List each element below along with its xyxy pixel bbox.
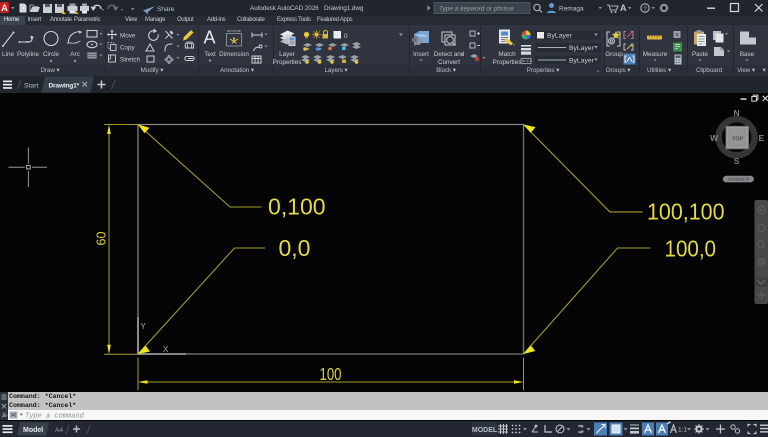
svg-text:60: 60 — [94, 232, 108, 246]
svg-text:0,0: 0,0 — [279, 235, 311, 261]
svg-text:Dimension: Dimension — [219, 51, 249, 58]
svg-text:X: X — [163, 345, 169, 354]
svg-text:0: 0 — [344, 33, 348, 40]
svg-text:Y: Y — [141, 322, 147, 331]
svg-text:Drawing1*: Drawing1* — [49, 83, 80, 90]
svg-text:Polyline: Polyline — [17, 51, 40, 58]
svg-text:A: A — [204, 28, 216, 48]
svg-text:MODEL: MODEL — [472, 427, 498, 434]
svg-text:Arc: Arc — [70, 51, 79, 58]
svg-text:100,100: 100,100 — [647, 199, 725, 225]
svg-text:Type a command: Type a command — [25, 413, 85, 421]
svg-text:1:1: 1:1 — [678, 427, 687, 434]
svg-text:100,0: 100,0 — [665, 236, 717, 262]
svg-text:Remaga: Remaga — [559, 6, 584, 13]
svg-text:Circle: Circle — [43, 51, 60, 58]
svg-text:TOP: TOP — [732, 136, 744, 142]
svg-text:W: W — [710, 133, 719, 143]
svg-text:Line: Line — [2, 51, 14, 58]
svg-text:Unsaved Vi: Unsaved Vi — [727, 177, 749, 182]
svg-text:Drawing1.dwg: Drawing1.dwg — [324, 5, 364, 12]
svg-text:ByLayer: ByLayer — [547, 33, 573, 40]
svg-text:A: A — [1, 3, 8, 13]
svg-text:A4: A4 — [55, 427, 63, 434]
svg-text:Start: Start — [24, 83, 38, 90]
svg-text:ByLayer: ByLayer — [569, 58, 595, 65]
svg-text:?: ? — [643, 6, 647, 13]
svg-text:Paste: Paste — [692, 51, 709, 58]
svg-text:Type a keyword or phrase: Type a keyword or phrase — [439, 6, 514, 13]
svg-text:100: 100 — [320, 364, 342, 384]
svg-text:S: S — [734, 156, 740, 166]
svg-text:Model: Model — [23, 427, 43, 434]
svg-text:Match: Match — [498, 51, 516, 58]
svg-text:Properties: Properties — [273, 59, 302, 66]
svg-text:0,100: 0,100 — [268, 194, 326, 220]
svg-text:A: A — [620, 3, 627, 13]
svg-text:Stretch: Stretch — [120, 57, 140, 64]
svg-text:Detect and: Detect and — [434, 51, 465, 58]
svg-text:Autodesk AutoCAD 2026: Autodesk AutoCAD 2026 — [250, 5, 319, 12]
svg-text:Base: Base — [740, 51, 755, 58]
svg-text:Properties: Properties — [493, 59, 522, 66]
svg-text:E: E — [758, 133, 764, 143]
svg-text:Group: Group — [605, 51, 623, 58]
svg-text:Move: Move — [120, 33, 136, 40]
svg-text:Convert: Convert — [438, 59, 460, 66]
svg-text:Text: Text — [204, 51, 216, 58]
svg-text:Copy: Copy — [120, 45, 136, 52]
svg-text:ByLayer: ByLayer — [569, 45, 595, 52]
svg-text:Measure: Measure — [643, 51, 668, 58]
svg-text:N: N — [734, 108, 740, 118]
svg-text:Insert: Insert — [413, 51, 429, 58]
svg-text:Share: Share — [157, 6, 175, 13]
svg-text:Layer: Layer — [279, 51, 295, 58]
